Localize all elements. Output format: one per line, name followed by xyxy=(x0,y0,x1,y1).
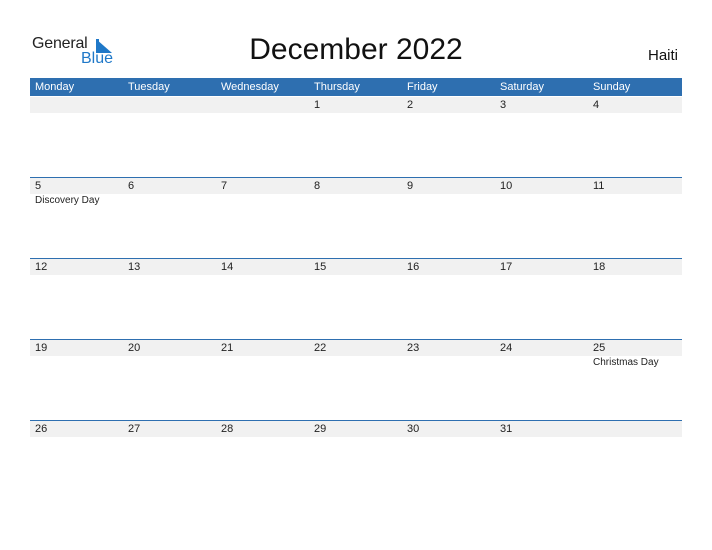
day-number: 26 xyxy=(35,423,48,435)
day-number: 21 xyxy=(221,342,234,354)
holiday-label xyxy=(309,356,402,370)
day-number: 20 xyxy=(128,342,141,354)
day-number xyxy=(216,97,309,113)
holiday-label xyxy=(402,356,495,370)
day-number: 6 xyxy=(128,180,135,192)
holiday-label xyxy=(309,194,402,208)
holiday-label xyxy=(588,194,681,208)
calendar-title: December 2022 xyxy=(249,33,463,66)
day-number xyxy=(30,97,123,113)
day-number: 29 xyxy=(314,423,327,435)
holiday-label xyxy=(123,194,216,208)
day-number-row: 1 2 3 4 xyxy=(30,97,682,113)
country-label: Haiti xyxy=(647,47,678,64)
holiday-label: Christmas Day xyxy=(593,357,659,368)
weekday-sunday: Sunday xyxy=(593,81,631,93)
day-number: 8 xyxy=(314,180,321,192)
day-number: 19 xyxy=(35,342,48,354)
day-number-row: 26 27 28 29 30 31 xyxy=(30,421,682,437)
holiday-label: Discovery Day xyxy=(35,195,100,206)
day-number: 7 xyxy=(221,180,228,192)
week-row: 19 20 21 22 23 24 25 Christmas Day xyxy=(30,339,682,421)
day-number: 18 xyxy=(593,261,606,273)
week-row: 12 13 14 15 16 17 18 xyxy=(30,258,682,340)
day-number: 10 xyxy=(500,180,513,192)
weekday-saturday: Saturday xyxy=(500,81,545,93)
holiday-label xyxy=(30,356,123,370)
day-number: 30 xyxy=(407,423,420,435)
day-number: 17 xyxy=(500,261,513,273)
day-number xyxy=(123,97,216,113)
weekday-wednesday: Wednesday xyxy=(221,81,279,93)
holiday-label xyxy=(495,356,588,370)
day-number: 2 xyxy=(407,99,414,111)
holiday-label xyxy=(216,194,309,208)
day-number: 4 xyxy=(593,99,600,111)
day-number: 1 xyxy=(314,99,321,111)
day-number: 12 xyxy=(35,261,48,273)
day-number xyxy=(588,421,681,437)
day-number-row: 12 13 14 15 16 17 18 xyxy=(30,259,682,275)
weekday-monday: Monday xyxy=(35,81,75,93)
day-number: 23 xyxy=(407,342,420,354)
day-number: 27 xyxy=(128,423,141,435)
weekday-thursday: Thursday xyxy=(314,81,360,93)
weekday-header: Monday Tuesday Wednesday Thursday Friday Satu… xyxy=(30,78,682,96)
day-number-row: 5 6 7 8 9 10 11 xyxy=(30,178,682,194)
week-row: 1 2 3 4 xyxy=(30,97,682,178)
week-row: 26 27 28 29 30 31 xyxy=(30,420,682,502)
day-number: 15 xyxy=(314,261,327,273)
holiday-label xyxy=(402,194,495,208)
weekday-friday: Friday xyxy=(407,81,438,93)
day-number: 3 xyxy=(500,99,507,111)
day-number: 31 xyxy=(500,423,513,435)
holiday-label xyxy=(123,356,216,370)
week-row: 5 6 7 8 9 10 11 Discovery Day xyxy=(30,177,682,259)
day-number: 28 xyxy=(221,423,234,435)
day-number: 24 xyxy=(500,342,513,354)
holiday-row: Christmas Day xyxy=(30,356,682,370)
holiday-label xyxy=(495,194,588,208)
day-number: 14 xyxy=(221,261,234,273)
weekday-tuesday: Tuesday xyxy=(128,81,170,93)
day-number: 13 xyxy=(128,261,141,273)
day-number: 9 xyxy=(407,180,414,192)
day-number: 22 xyxy=(314,342,327,354)
day-number: 5 xyxy=(35,180,42,192)
day-number: 25 xyxy=(593,342,606,354)
day-number-row: 19 20 21 22 23 24 25 xyxy=(30,340,682,356)
holiday-row: Discovery Day xyxy=(30,194,682,208)
day-number: 11 xyxy=(593,180,605,192)
holiday-label xyxy=(216,356,309,370)
day-number: 16 xyxy=(407,261,420,273)
